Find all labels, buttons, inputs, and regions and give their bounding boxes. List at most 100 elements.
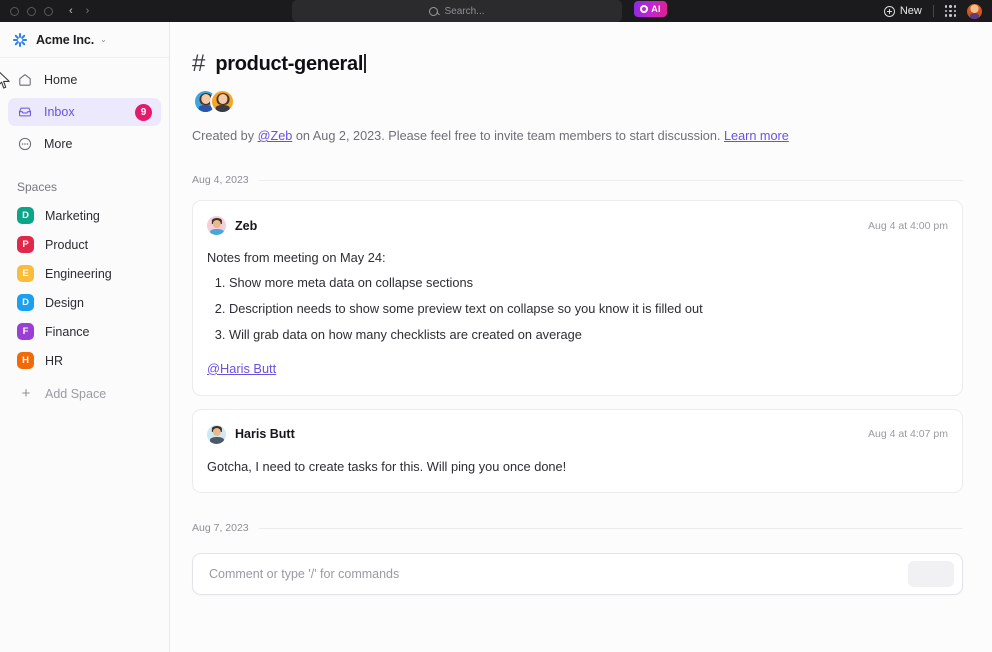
sidebar-space-engineering[interactable]: E Engineering [8, 259, 161, 288]
sidebar-item-more[interactable]: More [8, 130, 161, 158]
sidebar-space-marketing[interactable]: D Marketing [8, 201, 161, 230]
primary-nav: Home Inbox 9 More [0, 58, 169, 162]
add-space-label: Add Space [45, 386, 107, 401]
sidebar-item-more-label: More [44, 137, 73, 151]
sidebar-space-finance[interactable]: F Finance [8, 317, 161, 346]
plus-circle-icon [883, 5, 895, 17]
list-item: Description needs to show some preview t… [229, 299, 948, 319]
created-middle: on Aug 2, 2023. Please feel free to invi… [292, 129, 724, 143]
chevron-down-icon[interactable]: ⌄ [100, 35, 107, 44]
inbox-badge: 9 [135, 103, 152, 121]
list-item: Show more meta data on collapse sections [229, 273, 948, 293]
message-header: Zeb Aug 4 at 4:00 pm [207, 216, 948, 236]
space-avatar: E [17, 265, 34, 282]
ai-label: AI [651, 4, 661, 14]
history-navigation[interactable]: ‹ › [69, 5, 90, 17]
message-timestamp: Aug 4 at 4:07 pm [868, 428, 948, 441]
more-icon [18, 137, 32, 151]
new-button-label: New [899, 5, 922, 17]
date-divider-second: Aug 7, 2023 [192, 522, 963, 534]
space-label: Design [45, 295, 84, 310]
inbox-icon [19, 107, 31, 117]
message-author: Haris Butt [235, 427, 295, 442]
space-avatar: D [17, 294, 34, 311]
acme-logo-icon [12, 32, 28, 48]
plus-icon: + [21, 385, 31, 402]
hash-icon: # [192, 50, 206, 77]
spaces-list: D Marketing P Product E Engineering D De… [0, 201, 169, 408]
avatar[interactable] [210, 89, 235, 114]
sidebar-item-home-label: Home [44, 73, 78, 87]
ai-icon [640, 5, 649, 13]
message-intro: Notes from meeting on May 24: [207, 250, 386, 266]
search-input[interactable]: Search... [292, 0, 622, 22]
sidebar-space-hr[interactable]: H HR [8, 346, 161, 375]
learn-more-link[interactable]: Learn more [724, 129, 789, 143]
space-label: Finance [45, 324, 90, 339]
space-avatar: P [17, 236, 34, 253]
channel-name[interactable]: product-general [215, 53, 366, 76]
forward-arrow-icon[interactable]: › [86, 5, 90, 17]
sidebar: Acme Inc. ⌄ Home Inbox 9 More Spaces D M… [0, 22, 170, 652]
sidebar-item-inbox[interactable]: Inbox 9 [8, 98, 161, 126]
minimize-icon[interactable] [27, 6, 36, 16]
app-body: Acme Inc. ⌄ Home Inbox 9 More Spaces D M… [0, 22, 992, 652]
titlebar-actions: New [883, 0, 982, 22]
new-button[interactable]: New [883, 5, 922, 17]
member-avatars[interactable] [193, 89, 963, 114]
avatar[interactable] [207, 424, 226, 444]
message-card[interactable]: Zeb Aug 4 at 4:00 pm Notes from meeting … [192, 200, 963, 396]
space-label: HR [45, 353, 64, 368]
creator-mention-link[interactable]: @Zeb [258, 129, 293, 143]
send-button[interactable] [908, 561, 954, 588]
search-icon [429, 6, 439, 16]
channel-description: Created by @Zeb on Aug 2, 2023. Please f… [192, 127, 963, 145]
maximize-icon[interactable] [44, 6, 53, 16]
workspace-name: Acme Inc. [36, 32, 95, 47]
date-divider-first: Aug 4, 2023 [192, 174, 963, 186]
list-item: Will grab data on how many checklists ar… [229, 325, 948, 345]
comment-composer[interactable]: Comment or type '/' for commands [192, 553, 963, 596]
message-card[interactable]: Haris Butt Aug 4 at 4:07 pm Gotcha, I ne… [192, 408, 963, 494]
space-label: Engineering [45, 266, 112, 281]
sidebar-space-design[interactable]: D Design [8, 288, 161, 317]
text-caret [364, 53, 366, 73]
space-avatar: D [17, 207, 34, 224]
spaces-section-title: Spaces [17, 180, 58, 194]
divider-line [258, 179, 963, 181]
sidebar-item-home[interactable]: Home [8, 66, 161, 94]
back-arrow-icon[interactable]: ‹ [69, 5, 73, 17]
sidebar-space-product[interactable]: P Product [8, 230, 161, 259]
message-list: Show more meta data on collapse sections… [207, 273, 948, 344]
window-controls[interactable] [0, 6, 53, 16]
comment-input-placeholder[interactable]: Comment or type '/' for commands [209, 567, 399, 581]
workspace-switcher[interactable]: Acme Inc. ⌄ [0, 22, 169, 58]
user-mention-link[interactable]: @Haris Butt [207, 359, 276, 379]
message-timestamp: Aug 4 at 4:00 pm [868, 219, 948, 232]
space-label: Marketing [45, 208, 100, 223]
space-avatar: H [17, 352, 34, 369]
page-title: # product-general [192, 52, 963, 76]
ai-button[interactable]: AI [634, 1, 667, 17]
message-body: Notes from meeting on May 24: Show more … [207, 248, 948, 378]
message-body: Gotcha, I need to create tasks for this.… [207, 457, 948, 477]
space-avatar: F [17, 323, 34, 340]
message-intro: Gotcha, I need to create tasks for this.… [207, 458, 567, 474]
date-label: Aug 7, 2023 [192, 522, 249, 535]
avatar[interactable] [207, 216, 226, 236]
message-header: Haris Butt Aug 4 at 4:07 pm [207, 424, 948, 444]
search-placeholder: Search... [444, 5, 485, 17]
add-space-button[interactable]: + Add Space [8, 379, 161, 408]
divider-line [258, 527, 963, 529]
divider [932, 5, 934, 17]
created-prefix: Created by [192, 129, 258, 143]
date-label: Aug 4, 2023 [192, 174, 249, 187]
main-content: # product-general Created by @Zeb on Aug… [170, 22, 992, 652]
sidebar-item-inbox-label: Inbox [44, 105, 75, 119]
user-avatar[interactable] [967, 3, 982, 19]
space-label: Product [45, 237, 89, 252]
home-icon [19, 74, 31, 86]
apps-grid-icon[interactable] [944, 5, 956, 17]
close-icon[interactable] [10, 6, 19, 16]
window-titlebar: ‹ › Search... AI New [0, 0, 992, 22]
